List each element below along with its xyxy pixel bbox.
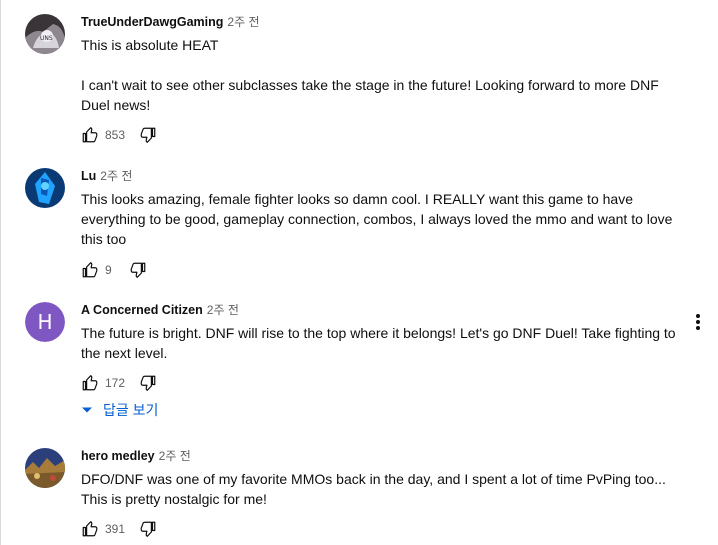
like-count: 172 (105, 376, 126, 390)
comment-time[interactable]: 2주 전 (207, 303, 239, 317)
author-name[interactable]: A Concerned Citizen (81, 303, 203, 317)
author-name[interactable]: Lu (81, 169, 96, 183)
chevron-down-icon (82, 407, 92, 413)
view-replies-label: 답글 보기 (103, 402, 159, 418)
comment-text: DFO/DNF was one of my favorite MMOs back… (81, 469, 671, 509)
comment-thread: H A Concerned Citizen 2주 전 The future is … (0, 284, 718, 434)
author-name[interactable]: TrueUnderDawgGaming (81, 15, 223, 29)
dislike-icon[interactable] (139, 374, 157, 392)
comment-thread: Lu 2주 전 This looks amazing, female fighte… (0, 150, 718, 284)
comment-header: TrueUnderDawgGaming 2주 전 (81, 13, 259, 31)
view-replies-button[interactable]: 답글 보기 (81, 400, 158, 420)
comment-line: I can't wait to see other subclasses tak… (81, 77, 659, 113)
comment-actions: 391 (81, 519, 157, 539)
avatar-logo-text: UNS (40, 35, 53, 42)
comment-text: This is absolute HEAT I can't wait to se… (81, 35, 681, 115)
comment-line: This looks amazing, female fighter looks… (81, 191, 673, 247)
author-name[interactable]: hero medley (81, 449, 155, 463)
comment-time[interactable]: 2주 전 (227, 15, 259, 29)
comment-thread: hero medley 2주 전 DFO/DNF was one of my fa… (0, 434, 718, 545)
like-icon[interactable] (81, 520, 99, 538)
comment-text: This looks amazing, female fighter looks… (81, 189, 681, 249)
avatar[interactable] (25, 168, 65, 208)
comment-header: Lu 2주 전 (81, 167, 132, 185)
comment-actions: 172 (81, 373, 157, 393)
avatar[interactable]: UNS (25, 14, 65, 54)
avatar-letter: H (25, 302, 65, 342)
comment-text: The future is bright. DNF will rise to t… (81, 323, 681, 363)
comment-header: A Concerned Citizen 2주 전 (81, 301, 239, 319)
like-icon[interactable] (81, 261, 99, 279)
comment-time[interactable]: 2주 전 (159, 449, 191, 463)
comment-line: This is absolute HEAT (81, 37, 219, 53)
avatar[interactable]: H (25, 302, 65, 342)
like-icon[interactable] (81, 126, 99, 144)
comment-actions: 853 (81, 125, 157, 145)
dislike-icon[interactable] (139, 126, 157, 144)
comment-line: The future is bright. DNF will rise to t… (81, 325, 676, 361)
comment-thread: UNS TrueUnderDawgGaming 2주 전 This is abso… (0, 0, 718, 150)
comment-line: DFO/DNF was one of my favorite MMOs back… (81, 471, 666, 507)
dislike-icon[interactable] (129, 261, 147, 279)
more-vert-icon[interactable] (690, 310, 706, 334)
dislike-icon[interactable] (139, 520, 157, 538)
like-count: 391 (105, 522, 126, 536)
comment-time[interactable]: 2주 전 (100, 169, 132, 183)
like-count: 9 (105, 263, 112, 277)
comment-actions: 9 (81, 260, 147, 280)
comment-header: hero medley 2주 전 (81, 447, 191, 465)
avatar[interactable] (25, 448, 65, 488)
like-icon[interactable] (81, 374, 99, 392)
like-count: 853 (105, 128, 126, 142)
